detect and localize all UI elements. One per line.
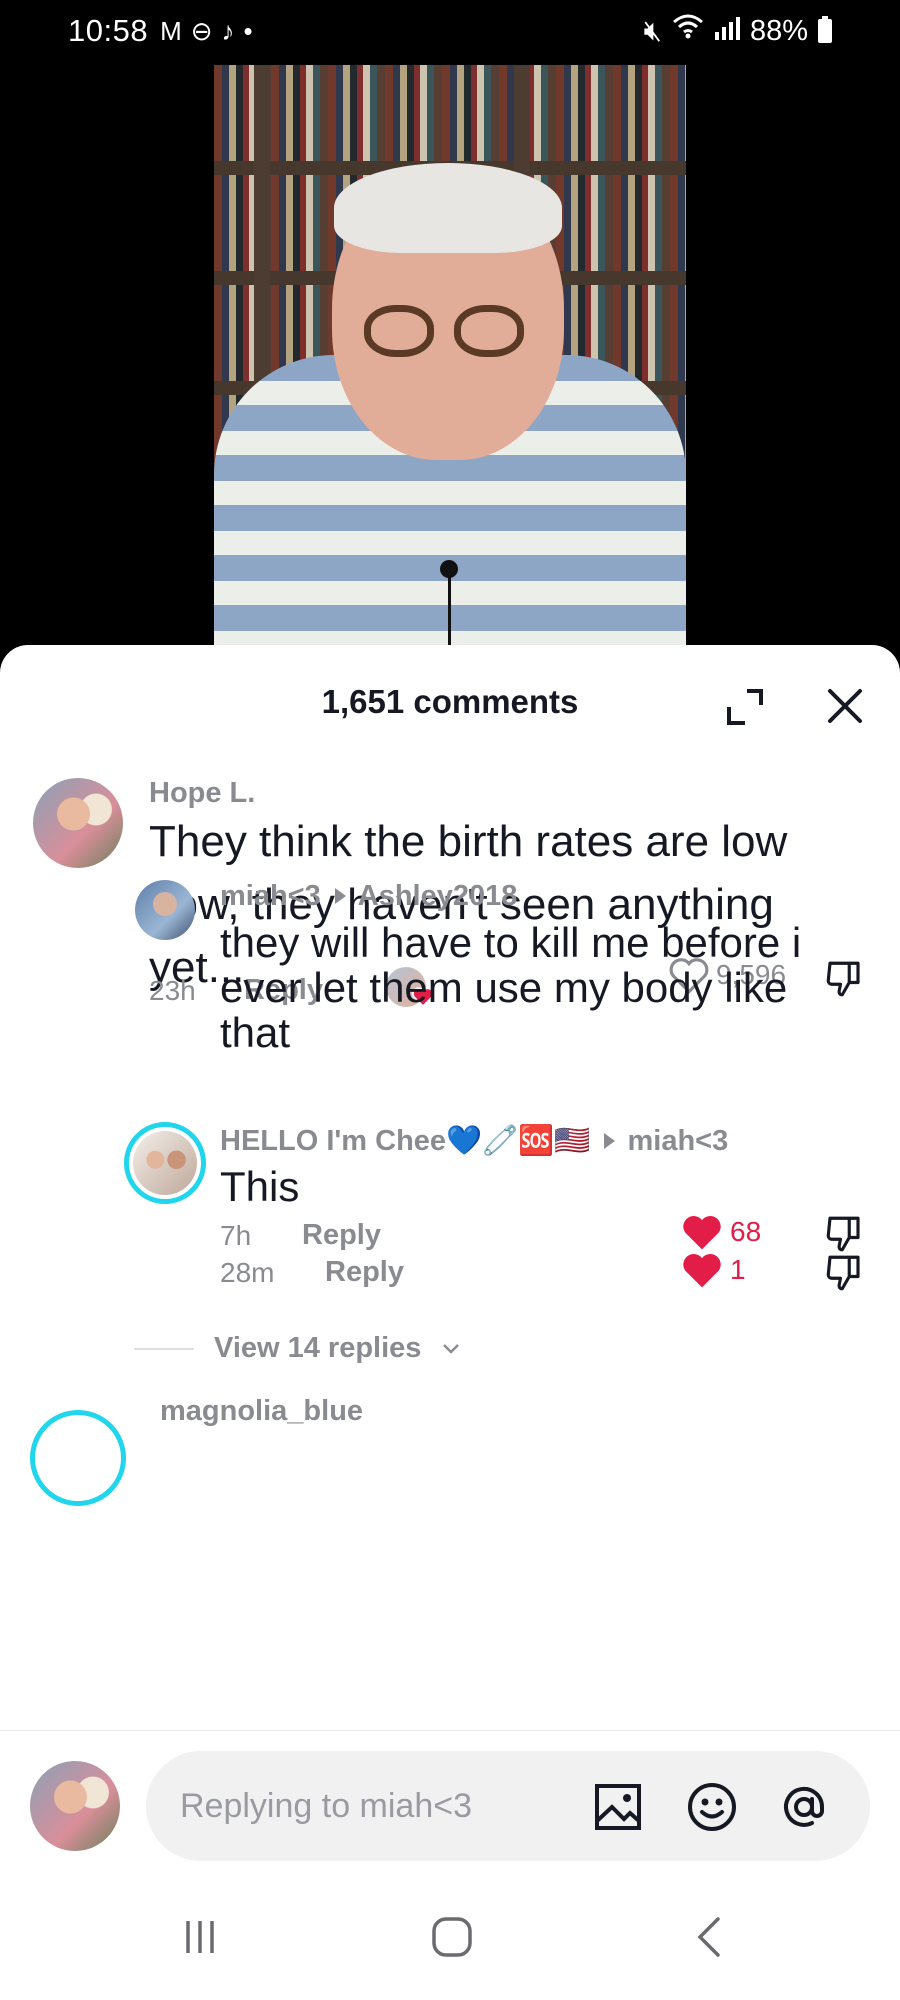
expand-icon[interactable] xyxy=(725,687,765,727)
speaker-hair xyxy=(334,163,562,253)
notification-icons: M ⊖ ♪ • xyxy=(160,16,253,47)
status-left: 10:58 M ⊖ ♪ • xyxy=(68,13,253,49)
comments-header: 1,651 comments xyxy=(0,645,900,755)
dot-icon: • xyxy=(243,15,253,46)
avatar[interactable] xyxy=(33,778,123,868)
like-count: 1 xyxy=(730,1254,746,1285)
comment-time: 23h xyxy=(149,975,196,1006)
wifi-icon xyxy=(672,14,704,48)
gmail-icon: M xyxy=(160,15,182,46)
comment-text: This xyxy=(220,1163,300,1210)
chevron-down-icon xyxy=(443,1343,460,1354)
view-replies-button[interactable]: View 14 replies xyxy=(134,1332,461,1365)
avatar[interactable] xyxy=(135,880,195,940)
avatar[interactable] xyxy=(30,1410,126,1506)
comment-time: 28m xyxy=(220,1257,275,1288)
avatar[interactable] xyxy=(124,1122,206,1204)
view-replies-label: View 14 replies xyxy=(214,1332,422,1364)
replied-to-username[interactable]: Ashley2018 xyxy=(358,880,518,912)
like-button[interactable]: 68 xyxy=(680,1211,761,1253)
recent-apps-icon[interactable] xyxy=(170,1907,230,1967)
dislike-icon[interactable] xyxy=(823,958,865,1000)
heart-filled-icon xyxy=(683,1254,721,1288)
reply-button[interactable]: Reply xyxy=(325,1256,404,1289)
avatar-image xyxy=(30,1761,120,1851)
mic-wire xyxy=(448,577,451,645)
video-frame xyxy=(214,65,686,645)
replied-to-username[interactable]: miah<3 xyxy=(627,1125,728,1157)
tiktok-icon: ♪ xyxy=(221,15,235,46)
status-time: 10:58 xyxy=(68,13,149,48)
lapel-mic xyxy=(440,560,458,578)
comment-username[interactable]: miah<3 xyxy=(220,880,321,912)
reply-arrow-icon xyxy=(334,887,346,904)
video-player[interactable] xyxy=(0,62,900,662)
comment-input[interactable] xyxy=(180,1751,600,1861)
reply-arrow-icon xyxy=(604,1132,616,1149)
battery-percent: 88% xyxy=(749,14,808,47)
signal-icon xyxy=(714,15,740,48)
mention-icon[interactable] xyxy=(778,1781,830,1833)
back-icon[interactable] xyxy=(680,1907,740,1967)
comment-text: they will have to kill me before i ever … xyxy=(220,919,802,1056)
comment-username[interactable]: magnolia_blue xyxy=(160,1395,363,1428)
glasses-left xyxy=(364,305,434,357)
comment-input-bar xyxy=(0,1730,900,1865)
status-right: 🔇︎ 88% xyxy=(644,14,832,48)
speaker-figure xyxy=(214,115,686,645)
reply-username-line: miah<3 Ashley2018 xyxy=(220,880,517,913)
comment-time: 7h xyxy=(220,1220,252,1251)
like-button[interactable]: 1 xyxy=(680,1249,746,1291)
comment-input-container[interactable] xyxy=(146,1751,870,1861)
close-icon[interactable] xyxy=(824,685,866,727)
dislike-icon[interactable] xyxy=(823,1252,865,1294)
username-emoji: 💙🧷🆘🇺🇸 xyxy=(446,1125,591,1157)
glasses-right xyxy=(454,305,524,357)
mute-icon: 🔇︎ xyxy=(643,14,662,47)
like-count: 68 xyxy=(730,1216,762,1247)
avatar-image xyxy=(133,1131,197,1195)
dislike-icon[interactable] xyxy=(823,1213,865,1255)
dnd-icon: ⊖ xyxy=(190,15,213,46)
reply-username-line: HELLO I'm Chee💙🧷🆘🇺🇸 miah<3 xyxy=(220,1124,728,1158)
emoji-icon[interactable] xyxy=(686,1781,738,1833)
status-bar: 10:58 M ⊖ ♪ • 🔇︎ 88% xyxy=(0,0,900,62)
comments-count: 1,651 comments xyxy=(321,683,579,720)
reply-button[interactable]: Reply xyxy=(302,1219,381,1252)
avatar-image xyxy=(135,880,195,940)
home-icon[interactable] xyxy=(422,1907,482,1967)
image-icon[interactable] xyxy=(592,1781,644,1833)
divider xyxy=(134,1347,194,1350)
system-nav-bar xyxy=(0,1865,900,2000)
my-avatar[interactable] xyxy=(30,1761,120,1851)
heart-filled-icon xyxy=(683,1216,721,1250)
comments-list[interactable]: Hope L. They think the birth rates are l… xyxy=(0,755,900,1730)
avatar-image xyxy=(33,778,123,868)
comment-username[interactable]: HELLO I'm Chee xyxy=(220,1125,446,1157)
battery-icon xyxy=(818,16,832,43)
comment-username[interactable]: Hope L. xyxy=(149,777,255,810)
